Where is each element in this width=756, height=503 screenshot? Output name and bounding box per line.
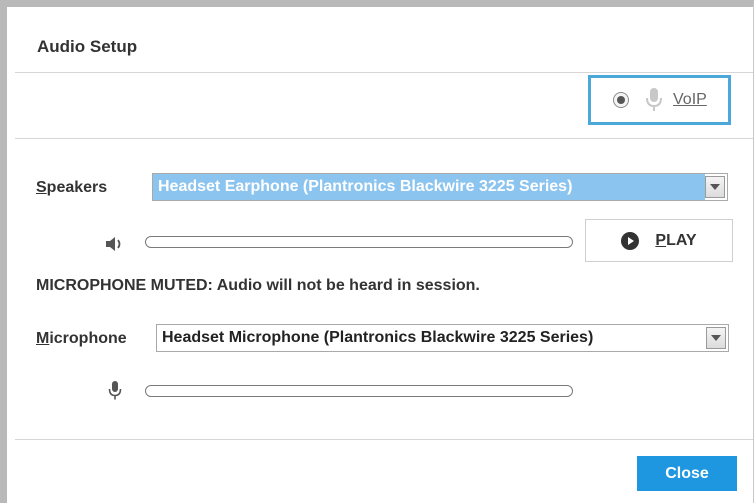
voip-radio[interactable] [613,92,629,108]
speakers-label: Speakers [36,179,107,197]
chevron-down-icon[interactable] [706,327,726,349]
play-label-rest: LAY [666,231,697,249]
microphone-muted-message: MICROPHONE MUTED: Audio will not be hear… [36,277,480,294]
microphone-select[interactable]: Headset Microphone (Plantronics Blackwir… [156,324,729,352]
speakers-label-accesskey: S [36,179,47,196]
voip-option[interactable]: VoIP [588,75,731,125]
divider-top [15,72,753,73]
microphone-label-accesskey: M [36,330,50,347]
play-label: PLAY [655,232,696,250]
divider-bottom [15,439,753,440]
play-button[interactable]: PLAY [585,219,733,262]
speakers-volume-slider[interactable] [145,236,573,248]
dialog-title: Audio Setup [37,37,138,56]
microphone-select-value: Headset Microphone (Plantronics Blackwir… [162,329,594,346]
speakers-select-value: Headset Earphone (Plantronics Blackwire … [153,174,705,200]
voip-label: VoIP [673,91,707,109]
microphone-icon [108,380,122,407]
close-button[interactable]: Close [637,456,737,491]
microphone-level-meter [145,385,573,397]
voip-label-text: VoIP [673,91,707,108]
divider-middle [15,138,753,139]
play-circle-icon [621,231,640,250]
speaker-icon [105,235,125,258]
speakers-select[interactable]: Headset Earphone (Plantronics Blackwire … [152,173,728,201]
microphone-label-rest: icrophone [49,330,127,347]
speakers-label-rest: peakers [46,179,108,196]
play-label-accesskey: P [655,231,667,249]
audio-setup-dialog: Audio Setup VoIP Speakers Headset Earpho… [0,0,754,503]
microphone-label: Microphone [36,330,127,348]
chevron-down-icon[interactable] [705,176,725,198]
microphone-icon [645,87,663,113]
